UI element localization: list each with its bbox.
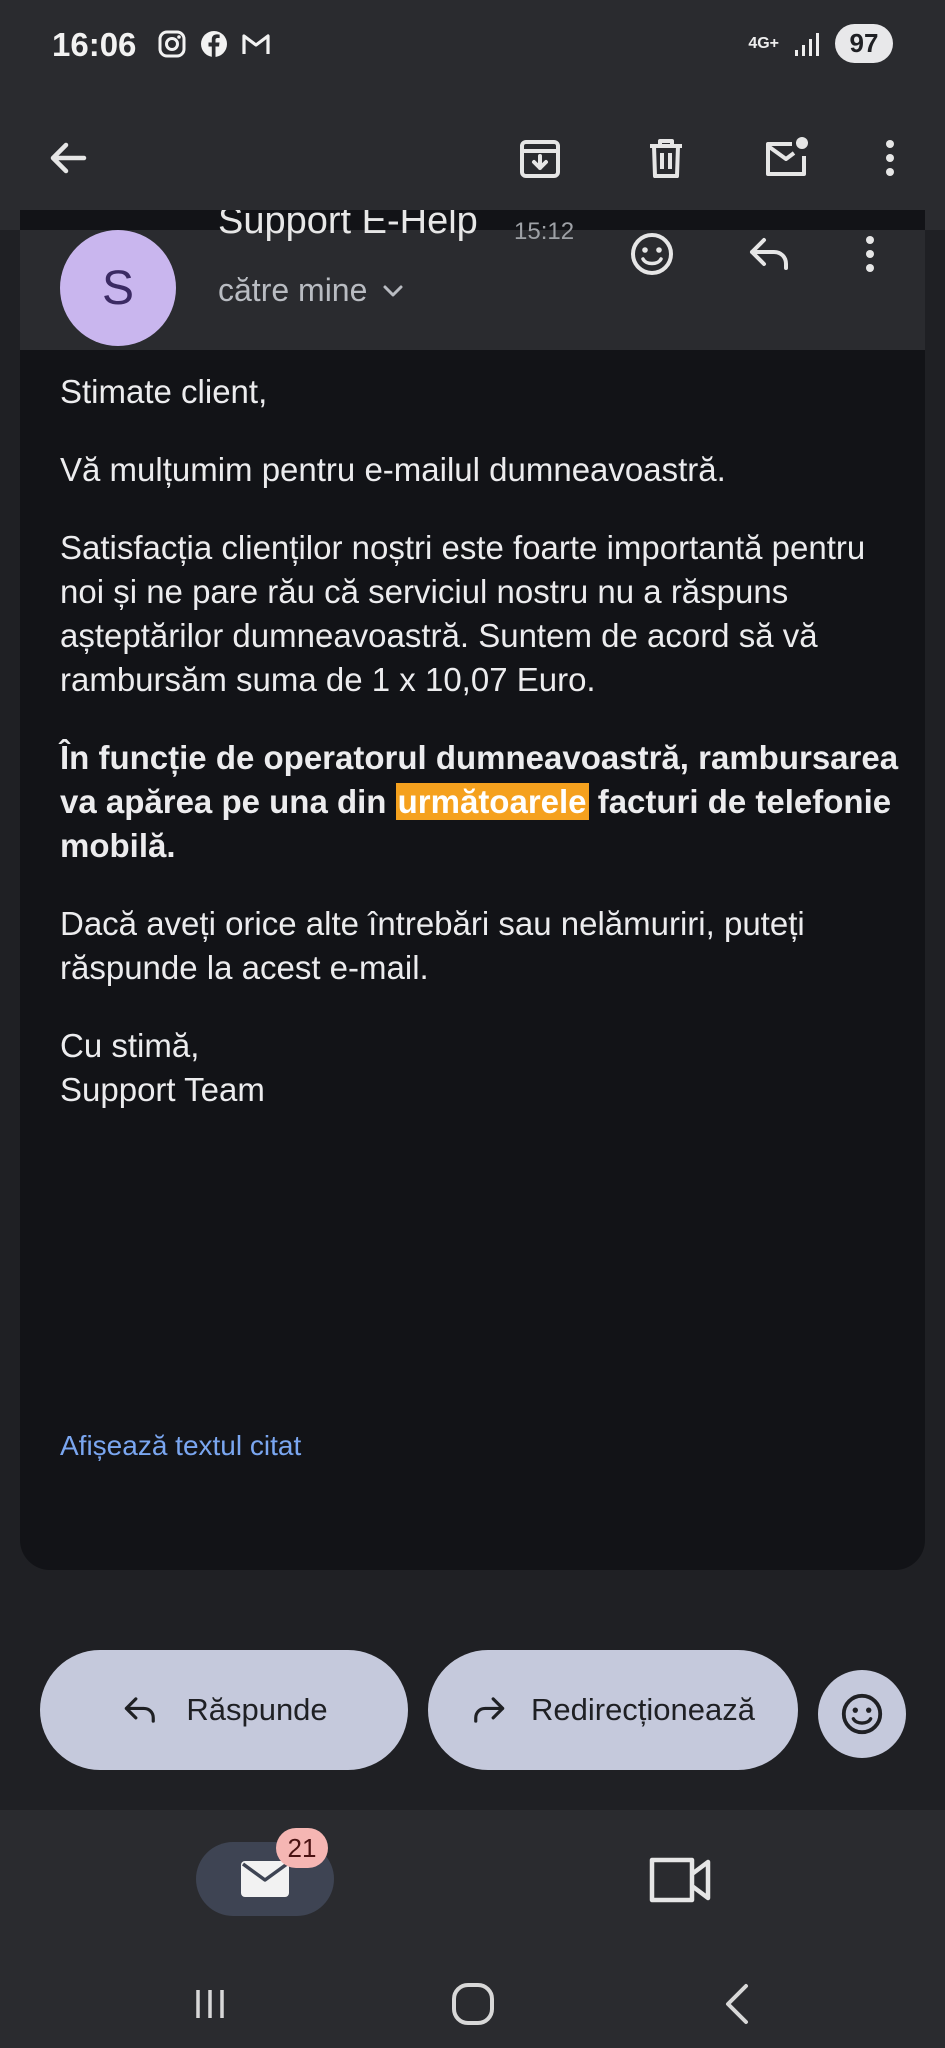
thanks-paragraph: Vă mulțumim pentru e-mailul dumneavoastr… xyxy=(60,451,726,488)
unread-count-badge: 21 xyxy=(276,1828,328,1868)
search-highlight: următoarele xyxy=(395,783,589,820)
status-right: 4G+ 97 xyxy=(748,24,893,63)
reply-label: Răspunde xyxy=(186,1692,328,1727)
trash-icon xyxy=(650,139,682,178)
reply-icon-button[interactable] xyxy=(736,222,800,286)
forward-label: Redirecționează xyxy=(530,1692,756,1727)
forward-icon xyxy=(474,1697,505,1723)
reply-action-bar: Răspunde Redirecționează xyxy=(0,1570,945,1810)
more-options-button[interactable] xyxy=(854,122,926,194)
home-icon xyxy=(452,1983,494,2025)
email-toolbar xyxy=(0,90,945,230)
notification-icons xyxy=(156,28,272,60)
emoji-icon xyxy=(841,1693,883,1735)
recipient-toggle[interactable]: către mine xyxy=(218,272,407,309)
mark-unread-icon xyxy=(766,137,808,176)
satisfaction-paragraph: Satisfacția clienților noștri este foart… xyxy=(60,529,866,698)
sender-name: Support E-Help xyxy=(218,210,478,242)
signature: Support Team xyxy=(60,1071,265,1108)
delete-button[interactable] xyxy=(630,122,702,194)
avatar[interactable]: S xyxy=(60,230,176,346)
closing: Cu stimă, xyxy=(60,1027,200,1064)
bottom-navigation: 21 xyxy=(0,1810,945,2048)
email-card: S Support E-Help 15:12 către mine Stimat… xyxy=(20,210,925,1570)
show-quoted-text-link[interactable]: Afișează textul citat xyxy=(60,1430,301,1462)
chevron-down-icon xyxy=(383,285,403,296)
facebook-icon xyxy=(201,31,227,57)
battery-level: 97 xyxy=(835,24,893,63)
meet-video-icon[interactable] xyxy=(648,1854,714,1906)
greeting: Stimate client, xyxy=(60,373,268,410)
archive-icon xyxy=(520,140,560,178)
home-button[interactable] xyxy=(443,1974,503,2034)
reply-icon xyxy=(125,1697,156,1723)
back-button[interactable] xyxy=(32,122,104,194)
forward-button[interactable]: Redirecționează xyxy=(428,1650,798,1770)
recipient-label: către mine xyxy=(218,272,368,308)
questions-paragraph: Dacă aveți orice alte întrebări sau nelă… xyxy=(60,905,805,986)
recent-apps-button[interactable] xyxy=(180,1974,240,2034)
signal-icon xyxy=(795,32,819,56)
emoji-icon xyxy=(631,233,673,275)
arrow-back-icon xyxy=(50,142,87,174)
status-bar: 16:06 4G+ 97 xyxy=(0,0,945,90)
status-time: 16:06 xyxy=(52,26,137,63)
instagram-icon xyxy=(158,30,186,58)
refund-paragraph: În funcție de operatorul dumneavoastră, … xyxy=(60,736,900,868)
email-body: Stimate client, Vă mulțumim pentru e-mai… xyxy=(60,370,900,1146)
system-back-button[interactable] xyxy=(708,1974,768,2034)
react-button[interactable] xyxy=(620,222,684,286)
more-vert-icon xyxy=(886,140,894,176)
more-vert-icon xyxy=(866,236,874,272)
chevron-left-icon xyxy=(726,1984,748,2024)
network-type: 4G+ xyxy=(748,34,779,52)
emoji-react-button[interactable] xyxy=(818,1670,906,1758)
archive-button[interactable] xyxy=(504,122,576,194)
gmail-icon xyxy=(242,34,270,54)
message-more-button[interactable] xyxy=(838,222,902,286)
reply-button[interactable]: Răspunde xyxy=(40,1650,408,1770)
reply-icon xyxy=(750,238,788,270)
mark-unread-button[interactable] xyxy=(750,122,822,194)
email-time: 15:12 xyxy=(514,218,575,245)
mail-icon xyxy=(241,1861,289,1897)
recent-apps-icon xyxy=(196,1990,224,2018)
